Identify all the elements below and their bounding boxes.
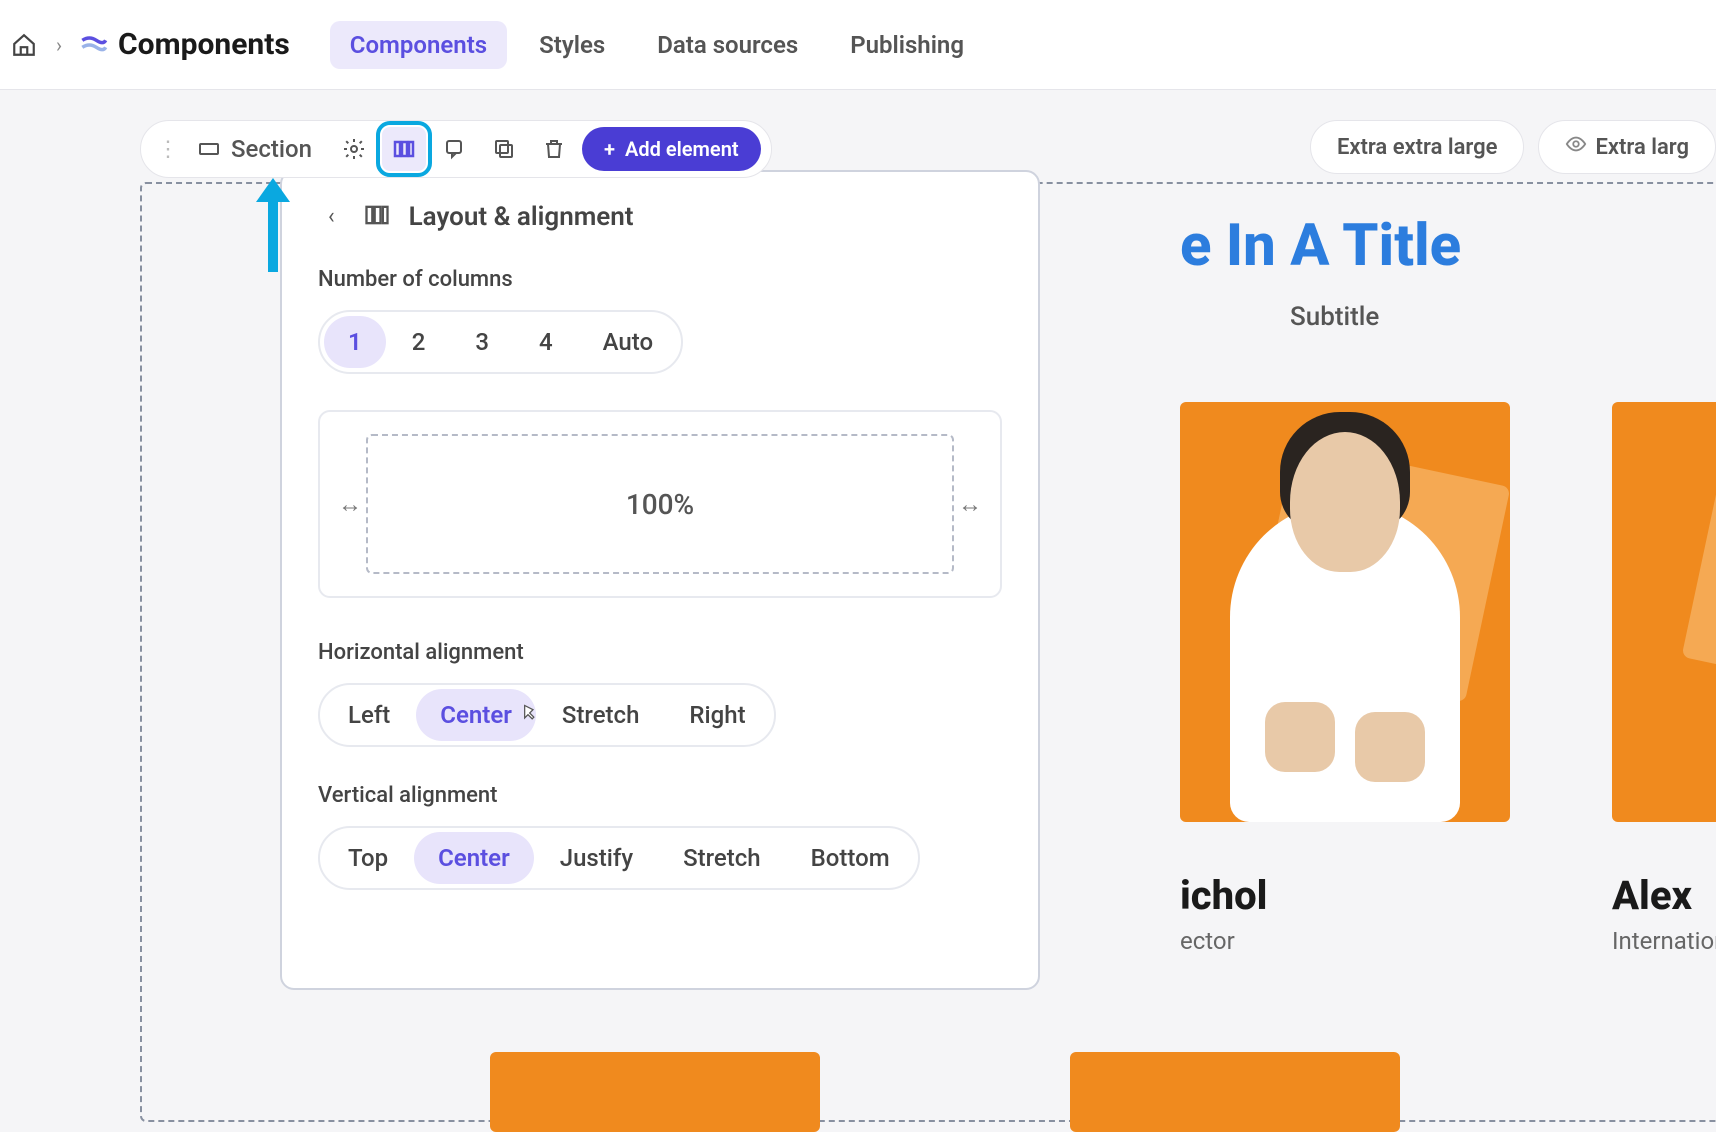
team-card[interactable]: [1070, 1052, 1400, 1132]
section-type-label: Section: [231, 135, 312, 163]
horizontal-alignment-label: Horizontal alignment: [318, 640, 1002, 665]
valign-justify[interactable]: Justify: [536, 832, 657, 884]
app-logo-icon: [80, 31, 108, 59]
section-toolbar: ⋮ Section + Add element: [140, 120, 772, 178]
vertical-alignment-group: Top Center Justify Stretch Bottom: [318, 826, 920, 890]
section-type-button[interactable]: Section: [191, 135, 326, 163]
duplicate-button[interactable]: [482, 127, 526, 171]
columns-option-3[interactable]: 3: [451, 316, 513, 368]
num-columns-group: 1 2 3 4 Auto: [318, 310, 683, 374]
valign-stretch[interactable]: Stretch: [659, 832, 785, 884]
add-element-button[interactable]: + Add element: [582, 127, 761, 171]
comment-button[interactable]: [432, 127, 476, 171]
card-role: Internation: [1612, 927, 1716, 955]
width-display[interactable]: 100%: [366, 434, 954, 574]
halign-left[interactable]: Left: [324, 689, 414, 741]
halign-center[interactable]: Center: [416, 689, 536, 741]
columns-icon: [363, 201, 391, 233]
cursor-icon: [518, 701, 538, 729]
halign-center-label: Center: [440, 701, 512, 729]
columns-option-4[interactable]: 4: [515, 316, 577, 368]
viewport-chip-label: Extra larg: [1595, 135, 1689, 160]
plus-icon: +: [604, 139, 615, 159]
nav-tabs: Components Styles Data sources Publishin…: [330, 21, 984, 69]
team-card[interactable]: [1180, 402, 1510, 822]
breadcrumb-title: Components: [118, 27, 290, 62]
viewport-chips: Extra extra large Extra larg: [1310, 120, 1716, 174]
canvas-area: ⋮ Section + Add element Extra: [0, 90, 1716, 1118]
width-preview: ↔ 100% ↔: [318, 410, 1002, 598]
viewport-chip-xxl[interactable]: Extra extra large: [1310, 120, 1525, 174]
halign-right[interactable]: Right: [665, 689, 769, 741]
horizontal-alignment-group: Left Center Stretch Right: [318, 683, 776, 747]
tab-publishing[interactable]: Publishing: [830, 21, 984, 69]
columns-option-2[interactable]: 2: [388, 316, 450, 368]
columns-option-auto[interactable]: Auto: [579, 316, 677, 368]
home-icon[interactable]: [10, 31, 38, 59]
vertical-alignment-label: Vertical alignment: [318, 783, 1002, 808]
valign-top[interactable]: Top: [324, 832, 412, 884]
num-columns-label: Number of columns: [318, 267, 1002, 292]
valign-bottom[interactable]: Bottom: [787, 832, 914, 884]
viewport-chip-label: Extra extra large: [1337, 135, 1498, 160]
viewport-chip-xl[interactable]: Extra larg: [1538, 120, 1716, 174]
tab-styles[interactable]: Styles: [519, 21, 625, 69]
header-bar: › Components Components Styles Data sour…: [0, 0, 1716, 90]
settings-button[interactable]: [332, 127, 376, 171]
layout-alignment-popover: ‹ Layout & alignment Number of columns 1…: [280, 170, 1040, 990]
team-card[interactable]: [1612, 402, 1716, 822]
drag-handle-icon[interactable]: ⋮: [151, 137, 185, 162]
back-button[interactable]: ‹: [318, 200, 345, 233]
chevron-right-icon: ›: [56, 33, 62, 57]
columns-option-1[interactable]: 1: [324, 316, 386, 368]
layout-columns-button[interactable]: [382, 127, 426, 171]
resize-left-icon[interactable]: ↔: [334, 490, 366, 519]
tab-data-sources[interactable]: Data sources: [637, 21, 818, 69]
halign-stretch[interactable]: Stretch: [538, 689, 664, 741]
delete-button[interactable]: [532, 127, 576, 171]
tab-components[interactable]: Components: [330, 21, 507, 69]
page-title: e In A Title: [1180, 212, 1461, 280]
eye-icon: [1565, 133, 1587, 161]
popover-title: Layout & alignment: [409, 202, 634, 232]
card-name: ichol: [1180, 872, 1267, 919]
popover-header: ‹ Layout & alignment: [318, 200, 1002, 233]
resize-right-icon[interactable]: ↔: [954, 490, 986, 519]
add-element-label: Add element: [625, 137, 739, 161]
team-card[interactable]: [490, 1052, 820, 1132]
valign-center[interactable]: Center: [414, 832, 534, 884]
card-name: Alex: [1612, 872, 1692, 919]
subtitle: Subtitle: [1290, 302, 1379, 332]
card-role: ector: [1180, 927, 1235, 955]
